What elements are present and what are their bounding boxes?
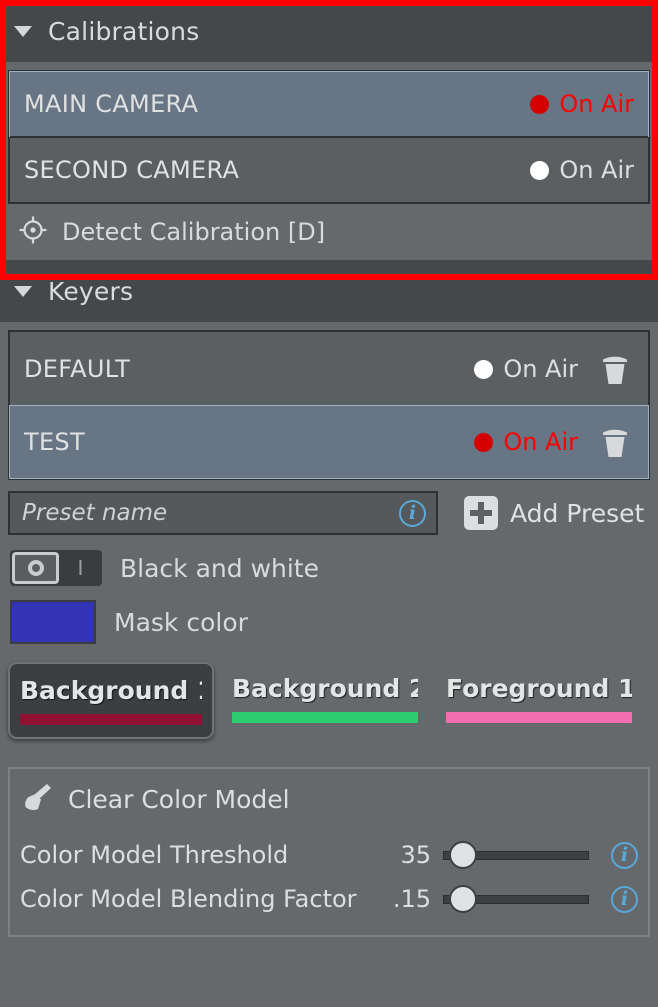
on-air-dot-icon — [530, 95, 549, 114]
layer-label: Foreground 1 — [446, 674, 632, 703]
black-and-white-toggle[interactable]: I — [10, 550, 102, 586]
info-icon[interactable]: i — [611, 842, 638, 869]
calibrations-section: Calibrations MAIN CAMERA On Air SECOND C… — [0, 0, 658, 260]
color-model-blending-factor-slider[interactable] — [443, 884, 589, 914]
on-air-label: On Air — [559, 156, 634, 184]
preset-name-input[interactable]: Preset name i — [8, 491, 438, 535]
layer-button-foreground-1[interactable]: Foreground 1 — [436, 662, 642, 735]
plus-icon — [464, 496, 498, 530]
slider-handle[interactable] — [449, 841, 477, 869]
mask-color-swatch[interactable] — [10, 600, 96, 644]
on-air-dot-icon — [474, 433, 493, 452]
layer-label: Background 1 — [20, 676, 202, 705]
on-air-dot-icon — [474, 360, 493, 379]
black-and-white-row: I Black and white — [10, 550, 658, 586]
toggle-on-glyph: I — [59, 556, 102, 580]
on-air-label: On Air — [559, 90, 634, 118]
info-icon[interactable]: i — [399, 500, 426, 527]
slider-label: Color Model Blending Factor — [20, 885, 357, 913]
keyer-settings-panel: Calibrations MAIN CAMERA On Air SECOND C… — [0, 0, 658, 1007]
color-model-group: Clear Color Model Color Model Threshold … — [8, 767, 650, 937]
calibration-name: SECOND CAMERA — [10, 156, 530, 184]
keyers-section: Keyers DEFAULT On Air TEST — [0, 260, 658, 937]
keyer-name: TEST — [10, 428, 474, 456]
toggle-knob-off-icon — [12, 552, 59, 584]
keyers-title: Keyers — [48, 277, 133, 306]
mask-color-label: Mask color — [114, 608, 248, 637]
on-air-indicator[interactable]: On Air — [474, 355, 592, 383]
table-row[interactable]: DEFAULT On Air — [10, 332, 648, 406]
add-preset-label: Add Preset — [510, 499, 644, 528]
crosshair-target-icon — [18, 215, 48, 249]
slider-value: 35 — [375, 841, 431, 869]
clear-color-model-button[interactable]: Clear Color Model — [20, 781, 638, 817]
layer-buttons: Background 1 Background 2 Foreground 1 — [8, 662, 658, 739]
layer-color-bar — [232, 712, 418, 723]
on-air-label: On Air — [503, 355, 578, 383]
mask-color-row: Mask color — [10, 600, 658, 644]
table-row[interactable]: MAIN CAMERA On Air — [9, 71, 649, 137]
on-air-indicator[interactable]: On Air — [530, 156, 648, 184]
slider-label: Color Model Threshold — [20, 841, 288, 869]
layer-color-bar — [20, 714, 202, 725]
preset-row: Preset name i Add Preset — [8, 490, 650, 536]
slider-value: .15 — [375, 885, 431, 913]
layer-color-bar — [446, 712, 632, 723]
broom-icon — [20, 781, 54, 817]
keyers-list: DEFAULT On Air TEST On Air — [8, 330, 650, 480]
calibrations-title: Calibrations — [48, 17, 199, 46]
add-preset-button[interactable]: Add Preset — [464, 496, 644, 530]
color-model-blending-factor-row: Color Model Blending Factor .15 i — [20, 877, 638, 921]
layer-button-background-1[interactable]: Background 1 — [8, 662, 214, 739]
info-icon[interactable]: i — [611, 886, 638, 913]
color-model-threshold-row: Color Model Threshold 35 i — [20, 833, 638, 877]
on-air-indicator[interactable]: On Air — [530, 90, 648, 118]
calibrations-list: MAIN CAMERA On Air SECOND CAMERA On Air — [8, 70, 650, 204]
detect-calibration-label: Detect Calibration [D] — [62, 218, 325, 246]
on-air-indicator[interactable]: On Air — [474, 428, 592, 456]
calibrations-header[interactable]: Calibrations — [0, 0, 658, 62]
trash-icon[interactable] — [592, 425, 648, 459]
triangle-down-icon[interactable] — [14, 286, 32, 297]
table-row[interactable]: SECOND CAMERA On Air — [10, 136, 648, 202]
keyer-name: DEFAULT — [10, 355, 474, 383]
calibration-name: MAIN CAMERA — [10, 90, 530, 118]
detect-calibration-button[interactable]: Detect Calibration [D] — [0, 204, 658, 260]
on-air-dot-icon — [530, 161, 549, 180]
color-model-threshold-slider[interactable] — [443, 840, 589, 870]
preset-name-placeholder: Preset name — [22, 500, 167, 526]
clear-color-model-label: Clear Color Model — [68, 785, 290, 814]
layer-label: Background 2 — [232, 674, 418, 703]
triangle-down-icon[interactable] — [14, 26, 32, 37]
keyers-header[interactable]: Keyers — [0, 260, 658, 322]
table-row[interactable]: TEST On Air — [9, 405, 649, 479]
slider-handle[interactable] — [449, 885, 477, 913]
layer-button-background-2[interactable]: Background 2 — [222, 662, 428, 735]
on-air-label: On Air — [503, 428, 578, 456]
trash-icon[interactable] — [592, 352, 648, 386]
black-and-white-label: Black and white — [120, 554, 319, 583]
